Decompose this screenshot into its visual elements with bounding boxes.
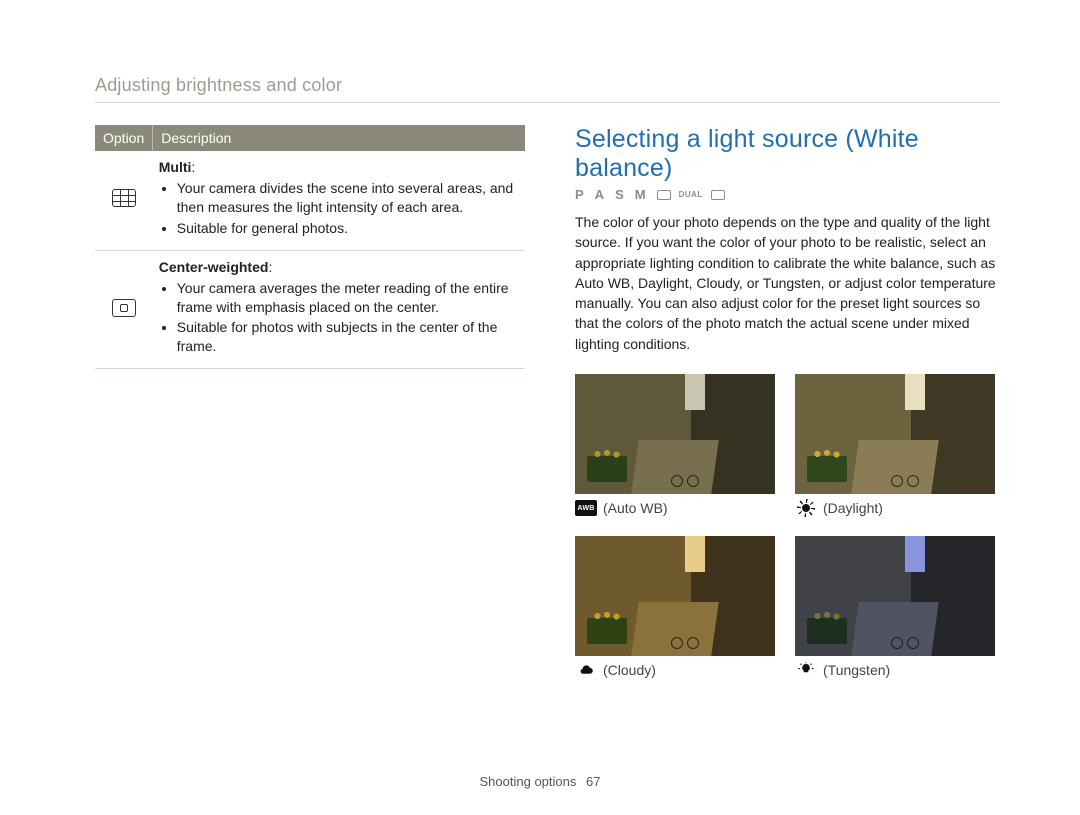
movie-mode-icon: [711, 190, 725, 200]
wb-example-cloudy: (Cloudy): [575, 536, 775, 692]
wb-example-auto: AWB (Auto WB): [575, 374, 775, 530]
wb-thumb-auto: [575, 374, 775, 494]
wb-label-cloudy: (Cloudy): [603, 662, 656, 678]
mode-m: M: [635, 187, 649, 202]
mode-a: A: [595, 187, 607, 202]
option-title-multi: Multi: [159, 159, 192, 175]
tungsten-icon: [795, 662, 817, 678]
section-title: Selecting a light source (White balance): [575, 125, 1000, 183]
daylight-icon: [795, 500, 817, 516]
option-desc: Your camera averages the meter reading o…: [177, 279, 519, 317]
wb-example-daylight: (Daylight): [795, 374, 995, 530]
mode-indicators: P A S M DUAL: [575, 187, 1000, 202]
wb-thumb-tungsten: [795, 536, 995, 656]
auto-wb-icon: AWB: [575, 500, 597, 516]
footer-page-number: 67: [586, 774, 600, 789]
metering-table-column: Option Description Multi: Your camera di…: [95, 125, 525, 692]
footer-section: Shooting options: [480, 774, 577, 789]
option-desc: Suitable for photos with subjects in the…: [177, 318, 519, 356]
wb-example-tungsten: (Tungsten): [795, 536, 995, 692]
table-head-option: Option: [95, 125, 153, 151]
mode-dual: DUAL: [679, 190, 703, 199]
center-weighted-metering-icon: [112, 299, 136, 317]
mode-p: P: [575, 187, 587, 202]
wb-label-tungsten: (Tungsten): [823, 662, 890, 678]
table-row: Center-weighted: Your camera averages th…: [95, 250, 525, 369]
table-head-description: Description: [153, 125, 525, 151]
wb-thumb-daylight: [795, 374, 995, 494]
section-body: The color of your photo depends on the t…: [575, 212, 1000, 354]
cloudy-icon: [575, 662, 597, 678]
option-desc: Your camera divides the scene into sever…: [177, 179, 519, 217]
option-desc: Suitable for general photos.: [177, 219, 519, 238]
multi-metering-icon: [112, 189, 136, 207]
white-balance-examples: AWB (Auto WB) (Daylight): [575, 374, 1000, 692]
mode-s: S: [615, 187, 627, 202]
wb-label-daylight: (Daylight): [823, 500, 883, 516]
scene-mode-icon: [657, 190, 671, 200]
breadcrumb: Adjusting brightness and color: [95, 75, 1000, 103]
page-footer: Shooting options 67: [0, 774, 1080, 789]
wb-thumb-cloudy: [575, 536, 775, 656]
white-balance-section: Selecting a light source (White balance)…: [575, 125, 1000, 692]
wb-label-auto: (Auto WB): [603, 500, 668, 516]
option-title-center: Center-weighted: [159, 259, 269, 275]
metering-options-table: Option Description Multi: Your camera di…: [95, 125, 525, 369]
table-row: Multi: Your camera divides the scene int…: [95, 151, 525, 250]
